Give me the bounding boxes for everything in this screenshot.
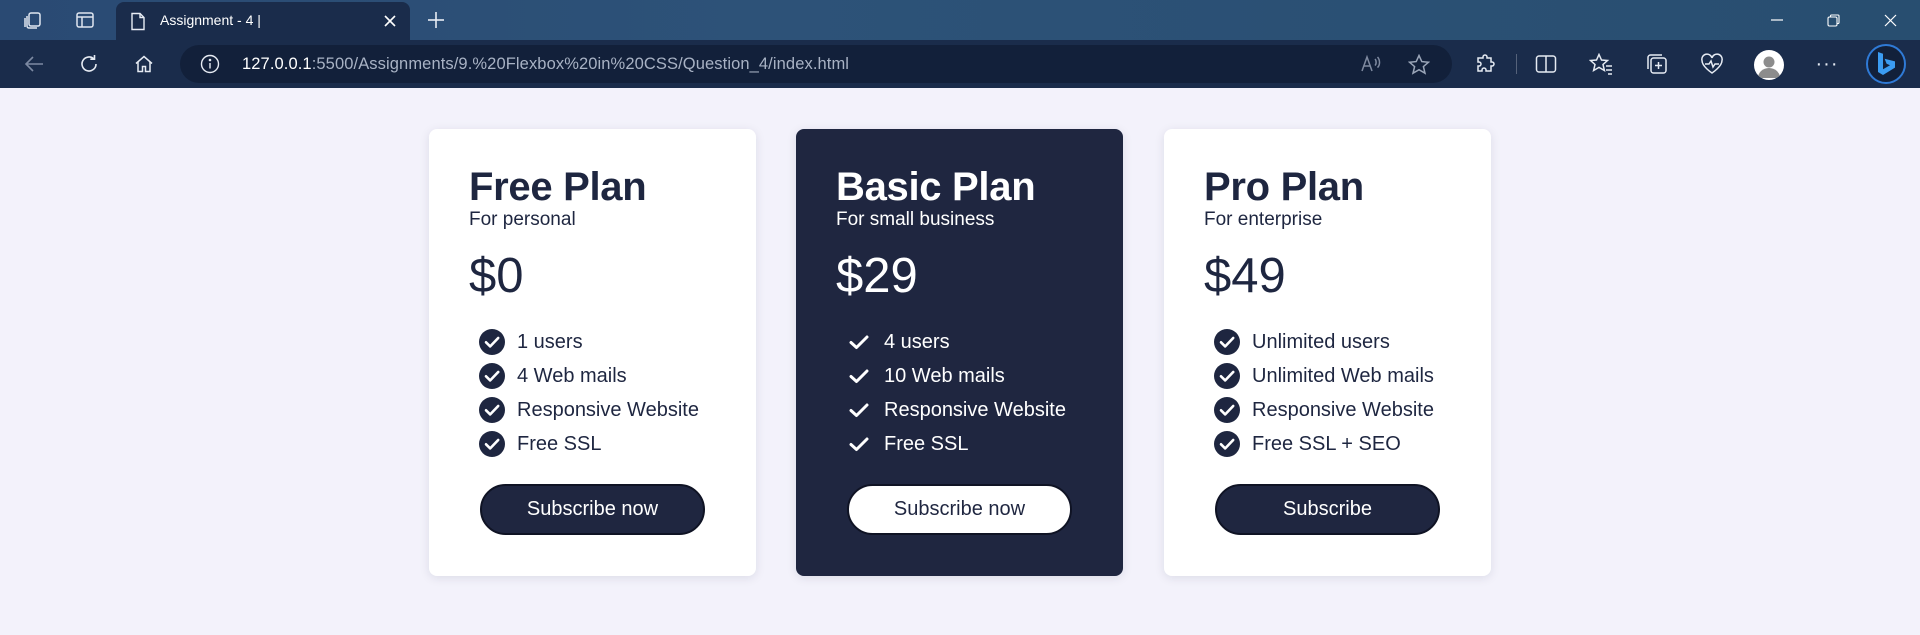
feature-item: Free SSL [846,427,1066,461]
close-window-icon[interactable] [1870,6,1910,34]
browser-essentials-icon[interactable] [1696,49,1728,79]
collections-icon[interactable] [1641,49,1673,79]
feature-list: 1 users 4 Web mails Responsive Website F… [479,325,699,461]
plan-card-free: Free Plan For personal $0 1 users 4 Web … [429,129,756,576]
subscribe-button-basic[interactable]: Subscribe now [847,484,1072,535]
favorite-star-icon[interactable] [1407,53,1431,80]
feature-item: Unlimited users [1214,325,1434,359]
feature-label: Unlimited users [1252,330,1390,353]
feature-label: Unlimited Web mails [1252,364,1434,387]
workspaces-icon[interactable] [18,6,48,34]
read-aloud-icon[interactable] [1360,54,1382,79]
feature-label: Free SSL [517,432,602,455]
tab-actions-icon[interactable] [70,6,100,34]
feature-label: 4 users [884,330,950,353]
check-circle-icon [1214,431,1240,457]
url-host: 127.0.0.1 [242,55,312,73]
check-circle-icon [479,397,505,423]
feature-label: Responsive Website [1252,398,1434,421]
back-icon[interactable] [18,49,50,79]
plan-name: Pro Plan [1204,165,1364,209]
plan-price: $0 [469,249,524,303]
feature-label: 4 Web mails [517,364,627,387]
feature-list: 4 users 10 Web mails Responsive Website … [846,325,1066,461]
check-circle-icon [1214,329,1240,355]
plan-subtitle: For personal [469,209,576,230]
bing-copilot-icon[interactable] [1866,44,1906,84]
plan-subtitle: For small business [836,209,995,230]
refresh-icon[interactable] [73,49,105,79]
feature-item: 1 users [479,325,699,359]
plan-price: $29 [836,249,918,303]
site-info-icon[interactable] [200,54,220,79]
feature-item: Free SSL + SEO [1214,427,1434,461]
feature-label: Responsive Website [517,398,699,421]
plan-price: $49 [1204,249,1286,303]
url-text: 127.0.0.1:5500/Assignments/9.%20Flexbox%… [242,55,849,74]
feature-label: Free SSL + SEO [1252,432,1401,455]
feature-item: 4 Web mails [479,359,699,393]
feature-item: Free SSL [479,427,699,461]
split-screen-icon[interactable] [1530,49,1562,79]
feature-item: 10 Web mails [846,359,1066,393]
plan-card-basic: Basic Plan For small business $29 4 user… [796,129,1123,576]
feature-label: 1 users [517,330,583,353]
tab-assignment[interactable]: Assignment - 4 | [116,2,410,40]
feature-item: Unlimited Web mails [1214,359,1434,393]
favorites-icon[interactable] [1585,49,1617,79]
feature-item: Responsive Website [479,393,699,427]
tab-title: Assignment - 4 | [160,12,261,28]
address-bar[interactable]: 127.0.0.1:5500/Assignments/9.%20Flexbox%… [180,45,1452,83]
close-tab-icon[interactable] [380,11,400,31]
restore-icon[interactable] [1813,6,1853,34]
home-icon[interactable] [128,49,160,79]
check-icon [849,403,869,417]
check-circle-icon [479,431,505,457]
check-circle-icon [479,329,505,355]
plan-card-pro: Pro Plan For enterprise $49 Unlimited us… [1164,129,1491,576]
plan-name: Basic Plan [836,165,1036,209]
check-icon [849,369,869,383]
url-path: :5500/Assignments/9.%20Flexbox%20in%20CS… [311,55,850,73]
feature-label: Free SSL [884,432,969,455]
feature-list: Unlimited users Unlimited Web mails Resp… [1214,325,1434,461]
feature-item: Responsive Website [1214,393,1434,427]
pricing-section: Free Plan For personal $0 1 users 4 Web … [429,129,1491,576]
subscribe-button-pro[interactable]: Subscribe [1215,484,1440,535]
check-icon [849,437,869,451]
toolbar-divider [1516,54,1517,74]
feature-label: Responsive Website [884,398,1066,421]
check-icon [849,335,869,349]
more-menu-icon[interactable]: ··· [1811,49,1843,79]
page-icon [130,12,146,36]
new-tab-icon[interactable] [421,6,451,34]
profile-avatar[interactable] [1754,50,1784,80]
feature-item: Responsive Website [846,393,1066,427]
feature-label: 10 Web mails [884,364,1005,387]
feature-item: 4 users [846,325,1066,359]
browser-tab-bar: Assignment - 4 | [0,0,1920,40]
browser-toolbar: 127.0.0.1:5500/Assignments/9.%20Flexbox%… [0,40,1920,88]
check-circle-icon [479,363,505,389]
plan-name: Free Plan [469,165,647,209]
check-circle-icon [1214,397,1240,423]
subscribe-button-free[interactable]: Subscribe now [480,484,705,535]
plan-subtitle: For enterprise [1204,209,1323,230]
minimize-icon[interactable] [1757,6,1797,34]
extensions-icon[interactable] [1470,49,1502,79]
check-circle-icon [1214,363,1240,389]
